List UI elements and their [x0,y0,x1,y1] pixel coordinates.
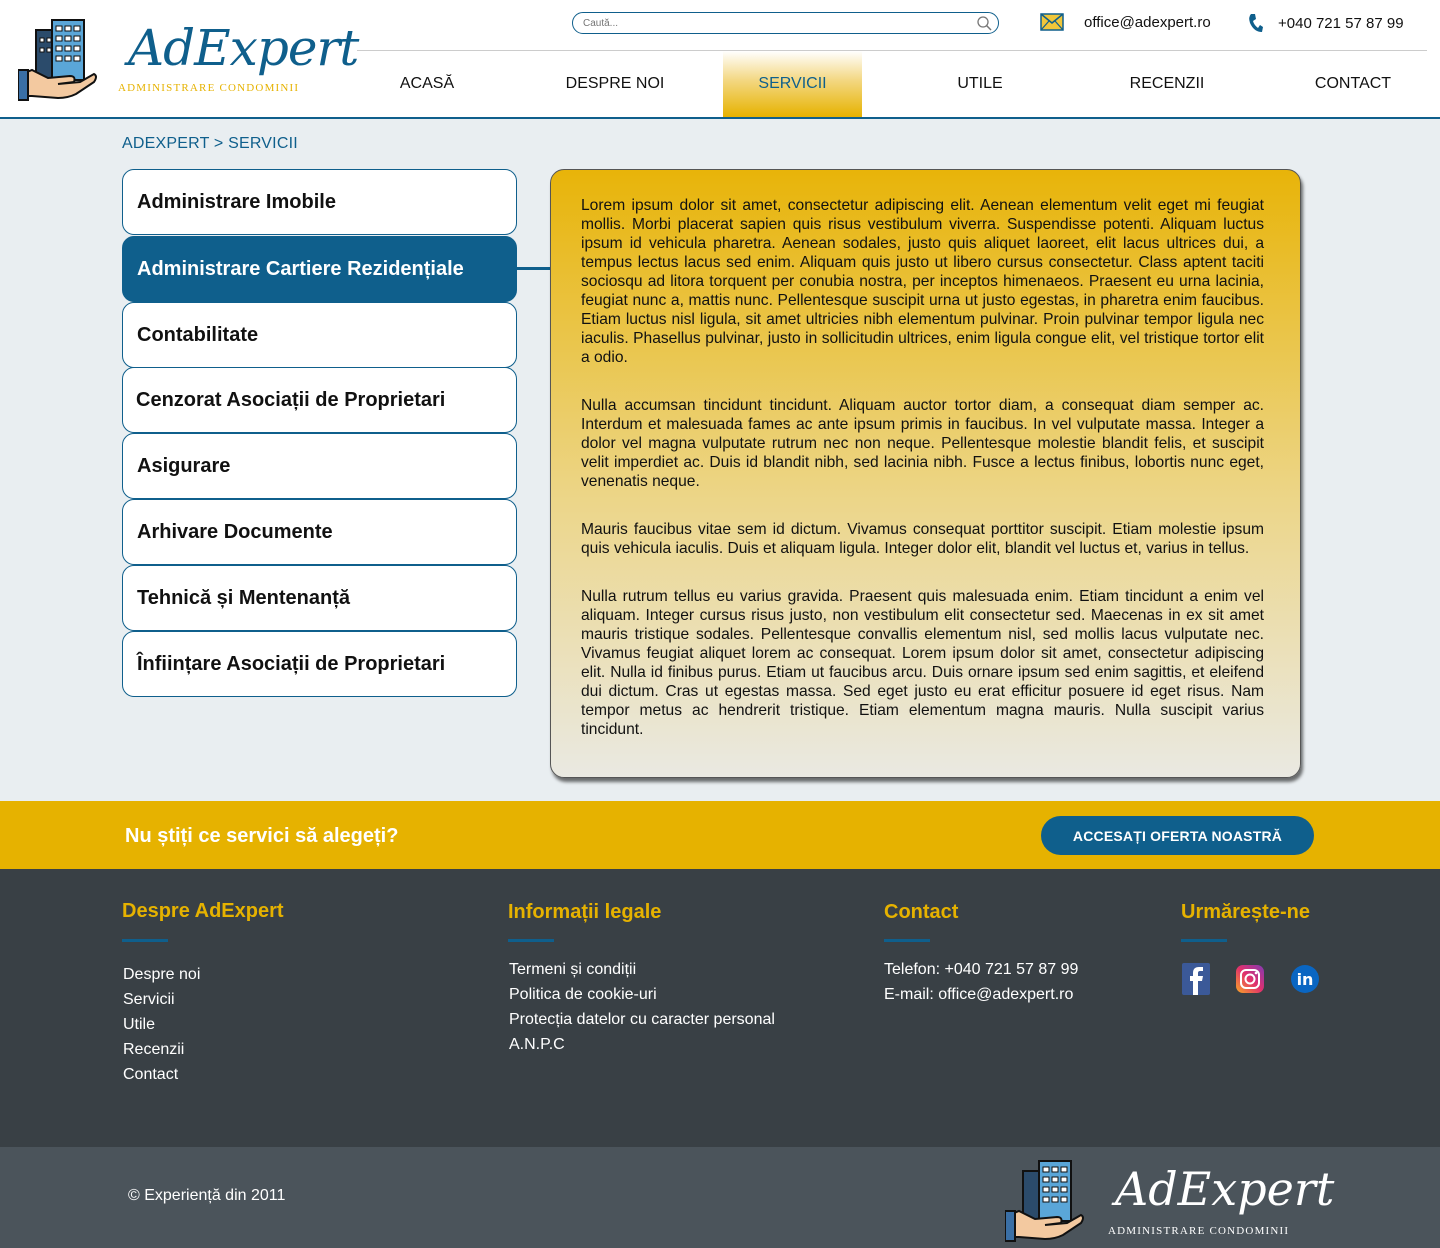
search-input[interactable] [583,15,963,31]
instagram-icon[interactable] [1235,962,1265,996]
footer-link-gdpr[interactable]: Protecția datelor cu caracter personal [509,1007,775,1032]
footer-underline [122,939,168,942]
service-item-arhivare[interactable]: Arhivare Documente [122,499,517,565]
svg-text:in: in [1297,970,1314,989]
cta-text: Nu știți ce servici să alegeți? [125,825,399,847]
footer-about-title: Despre AdExpert [122,900,284,922]
footer-contact-email[interactable]: E-mail: office@adexpert.ro [884,982,1078,1007]
footer-underline [1181,939,1227,942]
logo-subtitle: ADMINISTRARE CONDOMINII [118,82,300,94]
footer-logo[interactable]: AdExpert ADMINISTRARE CONDOMINII [1005,1157,1334,1243]
service-item-infiintare[interactable]: Înființare Asociații de Proprietari [122,631,517,697]
footer-follow-title: Urmărește-ne [1181,901,1310,923]
description-paragraph: Lorem ipsum dolor sit amet, consectetur … [581,197,1264,366]
site-footer: Despre AdExpert Despre noi Servicii Util… [0,869,1440,1147]
service-item-administrare-cartiere[interactable]: Administrare Cartiere Rezidențiale [122,236,517,302]
facebook-icon[interactable] [1181,962,1211,996]
footer-contact-title: Contact [884,901,959,923]
footer-link-contact[interactable]: Contact [123,1062,200,1087]
nav-item-despre-noi[interactable]: DESPRE NOI [545,51,685,117]
footer-link-utile[interactable]: Utile [123,1012,200,1037]
footer-link-recenzii[interactable]: Recenzii [123,1037,200,1062]
site-header: AdExpert ADMINISTRARE CONDOMINII office@… [0,0,1440,119]
nav-item-contact[interactable]: CONTACT [1283,51,1423,117]
main-nav: ACASĂ DESPRE NOI SERVICII UTILE RECENZII… [357,51,1427,117]
footer-link-anpc[interactable]: A.N.P.C [509,1032,775,1057]
header-email[interactable]: office@adexpert.ro [1040,12,1211,32]
service-item-administrare-imobile[interactable]: Administrare Imobile [122,169,517,235]
breadcrumb[interactable]: ADEXPERT > SERVICII [122,135,298,153]
footer-link-servicii[interactable]: Servicii [123,987,200,1012]
service-item-cenzorat[interactable]: Cenzorat Asociații de Proprietari [122,367,517,433]
header-email-text: office@adexpert.ro [1084,13,1211,31]
nav-item-acasa[interactable]: ACASĂ [357,51,497,117]
footer-link-cookies[interactable]: Politica de cookie-uri [509,982,775,1007]
service-item-asigurare[interactable]: Asigurare [122,433,517,499]
service-item-tehnica[interactable]: Tehnică și Mentenanță [122,565,517,631]
site-logo[interactable]: AdExpert ADMINISTRARE CONDOMINII [18,16,359,106]
offer-button[interactable]: ACCESAȚI OFERTA NOASTRĂ [1041,816,1314,855]
footer-legal-title: Informații legale [508,901,662,923]
building-hand-icon [18,19,97,101]
search-box[interactable] [572,12,999,34]
footer-underline [508,939,554,942]
search-icon[interactable] [976,15,992,31]
service-description-panel: Lorem ipsum dolor sit amet, consectetur … [550,169,1301,778]
description-paragraph: Mauris faucibus vitae sem id dictum. Viv… [581,521,1264,557]
header-phone-text: +040 721 57 87 99 [1278,14,1404,32]
phone-icon [1249,14,1263,32]
description-paragraph: Nulla rutrum tellus eu varius gravida. P… [581,588,1264,738]
footer-logo-subtitle: ADMINISTRARE CONDOMINII [1108,1225,1290,1237]
footer-contact-phone[interactable]: Telefon: +040 721 57 87 99 [884,957,1078,982]
footer-logo-wordmark: AdExpert [1115,1162,1335,1216]
footer-bottom-bar: © Experiență din 2011 AdExpert ADMINISTR… [0,1147,1440,1248]
nav-item-recenzii[interactable]: RECENZII [1097,51,1237,117]
cta-banner: Nu știți ce servici să alegeți? ACCESAȚI… [0,801,1440,869]
building-hand-icon [1005,1160,1084,1242]
footer-link-termeni[interactable]: Termeni și condiții [509,957,775,982]
nav-item-servicii[interactable]: SERVICII [723,51,862,117]
description-paragraph: Nulla accumsan tincidunt tincidunt. Aliq… [581,397,1264,490]
logo-wordmark: AdExpert [128,19,359,77]
footer-link-despre-noi[interactable]: Despre noi [123,962,200,987]
linkedin-icon[interactable]: in [1290,962,1320,996]
footer-underline [884,939,930,942]
envelope-icon [1040,13,1064,31]
nav-item-utile[interactable]: UTILE [910,51,1050,117]
service-item-contabilitate[interactable]: Contabilitate [122,302,517,368]
copyright-text: © Experiență din 2011 [128,1187,286,1204]
header-phone[interactable]: +040 721 57 87 99 [1248,12,1404,34]
